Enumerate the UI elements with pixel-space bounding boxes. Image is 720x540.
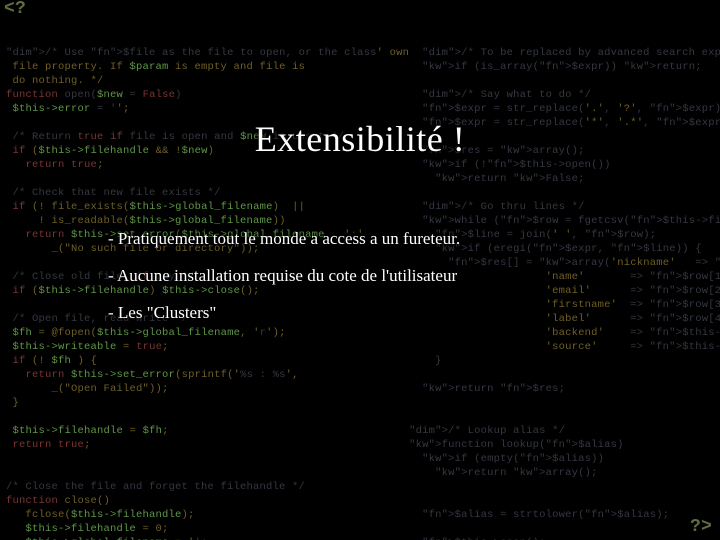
bullet-list: - Pratiquement tout le monde a access a …	[108, 230, 720, 341]
slide-title: Extensibilité !	[0, 118, 720, 160]
bullet-1: - Pratiquement tout le monde a access a …	[108, 230, 720, 247]
bullet-2: - Aucune installation requise du cote de…	[108, 267, 720, 284]
slide-content: Extensibilité ! - Pratiquement tout le m…	[0, 0, 720, 540]
bullet-3: - Les "Clusters"	[108, 304, 720, 321]
